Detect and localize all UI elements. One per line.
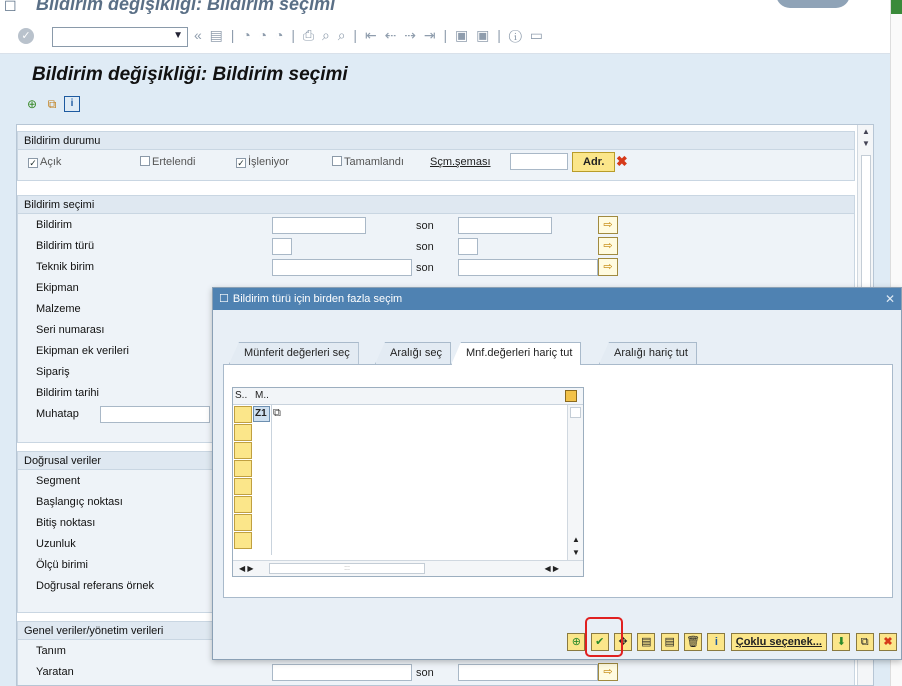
from-input[interactable]	[272, 259, 412, 276]
highlight-box	[585, 617, 623, 657]
page-title: Bildirim değişikliği: Bildirim seçimi	[32, 64, 348, 85]
field-row: Yaratan son ⇨	[18, 663, 854, 683]
tab-strip: Münferit değerleri seç Aralığı seç Mnf.d…	[229, 342, 889, 365]
values-table: S.. M.. Z1 ⧉ ▲ ▼ ◀ ▶ ::: ◀ ▶	[232, 387, 584, 577]
checkbox-ertelendi[interactable]: Ertelendi	[140, 156, 195, 168]
insert-line-icon[interactable]: ▤	[637, 633, 656, 651]
multiple-selection-button[interactable]: ⇨	[598, 663, 618, 681]
tab-panel: S.. M.. Z1 ⧉ ▲ ▼ ◀ ▶ ::: ◀ ▶	[223, 364, 893, 598]
upload-clipboard-icon[interactable]: ⧉	[855, 633, 874, 651]
scroll-up-icon[interactable]: ▲	[572, 535, 580, 544]
delete-icon[interactable]: ✖	[616, 153, 628, 170]
multiple-selection-button[interactable]: Çoklu seçenek...	[730, 633, 827, 651]
column-divider	[271, 405, 272, 555]
window-control-pill[interactable]	[776, 0, 850, 8]
from-input[interactable]	[272, 217, 366, 234]
scroll-left-icon[interactable]: ◀ ▶	[239, 564, 254, 573]
row-selector[interactable]	[234, 478, 252, 495]
window-title-bar: ☐ Bildirim değişikliği: Bildirim seçimi	[0, 0, 890, 20]
column-header-value[interactable]: M..	[255, 390, 269, 401]
app-title-bar: Bildirim değişikliği: Bildirim seçimi	[16, 60, 874, 92]
row-selector[interactable]	[234, 514, 252, 531]
command-field[interactable]: ▼	[52, 27, 188, 47]
field-row: Teknik birim son ⇨	[18, 258, 854, 278]
tab-ranges[interactable]: Aralığı seç	[375, 342, 451, 364]
execute-icon[interactable]: ⊕	[567, 633, 586, 651]
dialog-button-bar: ⊕ ✔ ✥ ▤ ▤ 🗑 i Çoklu seçenek... ⬇ ⧉ ✖	[213, 619, 901, 659]
cancel-icon[interactable]: ✖	[879, 633, 897, 651]
scheme-label: Sçm.şeması	[430, 156, 491, 168]
delete-all-icon[interactable]: 🗑	[684, 633, 703, 651]
close-icon[interactable]: ✕	[885, 288, 895, 310]
copy-icon[interactable]: ⧉	[273, 407, 281, 420]
scroll-right-icon[interactable]: ◀ ▶	[544, 564, 559, 573]
field-row: Bildirim son ⇨	[18, 216, 854, 236]
to-input[interactable]	[458, 217, 552, 234]
group-title: Bildirim durumu	[18, 132, 854, 150]
scroll-down-icon[interactable]: ▼	[572, 548, 580, 557]
group-title: Bildirim seçimi	[18, 196, 854, 214]
checkbox-acik[interactable]: ✓ Açık	[28, 156, 61, 168]
column-header-status[interactable]: S..	[235, 390, 247, 401]
table-settings-icon[interactable]	[565, 390, 577, 402]
row-selector[interactable]	[234, 406, 252, 423]
checkbox-isleniyor[interactable]: ✓ İşleniyor	[236, 156, 289, 168]
delete-line-icon[interactable]: ▤	[660, 633, 679, 651]
scroll-thumb[interactable]: :::	[269, 563, 425, 574]
to-input[interactable]	[458, 259, 598, 276]
scroll-up-icon[interactable]: ▲	[862, 127, 870, 136]
enter-icon[interactable]: ✓	[18, 28, 34, 44]
scroll-thumb[interactable]	[570, 407, 581, 418]
status-group: Bildirim durumu ✓ Açık Ertelendi ✓ İşleniy…	[17, 131, 855, 181]
row-selector[interactable]	[234, 496, 252, 513]
table-vertical-scrollbar[interactable]: ▲ ▼	[567, 405, 583, 561]
partner-input[interactable]	[100, 406, 210, 423]
dialog-title-bar: ☐ Bildirim türü için birden fazla seçim ✕	[213, 288, 901, 310]
from-input[interactable]	[272, 238, 292, 255]
multiple-selection-button[interactable]: ⇨	[598, 258, 618, 276]
from-input[interactable]	[272, 664, 412, 681]
application-toolbar: ⊕ ⧉ i	[16, 92, 874, 118]
table-header: S.. M..	[233, 388, 583, 405]
multiple-selection-button[interactable]: ⇨	[598, 237, 618, 255]
dialog-title: Bildirim türü için birden fazla seçim	[232, 293, 403, 305]
tab-exclude-ranges[interactable]: Aralığı hariç tut	[599, 342, 697, 364]
info-icon[interactable]: i	[64, 96, 80, 112]
import-icon[interactable]: ⬇	[832, 633, 851, 651]
chevron-down-icon[interactable]: ▼	[173, 30, 183, 41]
standard-toolbar: ✓ ▼ « ▤ | ◔ ◔ ◔ | ⎙ ⌕ ⌕ | ⇤ ⇠ ⇢ ⇥ | ▣ ▣ …	[0, 20, 890, 54]
status-row: ✓ Açık Ertelendi ✓ İşleniyor Tamamlandı Sç…	[18, 152, 854, 172]
tab-single-values[interactable]: Münferit değerleri seç	[229, 342, 359, 364]
multiple-selection-dialog: ☐ Bildirim türü için birden fazla seçim ✕…	[212, 287, 902, 660]
variant-icon[interactable]: ⧉	[44, 96, 60, 112]
info-icon[interactable]: i	[707, 633, 726, 651]
value-cell[interactable]: Z1	[253, 406, 270, 422]
row-selector[interactable]	[234, 424, 252, 441]
tab-exclude-single-values[interactable]: Mnf.değerleri hariç tut	[451, 342, 582, 365]
execute-icon[interactable]: ⊕	[24, 96, 40, 112]
row-selector[interactable]	[234, 460, 252, 477]
scheme-input[interactable]	[510, 153, 568, 170]
to-input[interactable]	[458, 238, 478, 255]
window-menu-icon[interactable]: ☐	[219, 293, 229, 305]
row-selector[interactable]	[234, 442, 252, 459]
checkbox-tamamlandi[interactable]: Tamamlandı	[332, 156, 404, 168]
multiple-selection-button[interactable]: ⇨	[598, 216, 618, 234]
adr-button[interactable]: Adr.	[572, 152, 616, 172]
window-menu-icon[interactable]: ☐	[4, 0, 17, 15]
to-input[interactable]	[458, 664, 598, 681]
field-row: Bildirim türü son ⇨	[18, 237, 854, 257]
window-title: Bildirim değişikliği: Bildirim seçimi	[36, 0, 336, 14]
row-selector[interactable]	[234, 532, 252, 549]
table-horizontal-scrollbar[interactable]: ◀ ▶ ::: ◀ ▶	[233, 560, 583, 576]
toolbar-icons[interactable]: « ▤ | ◔ ◔ ◔ | ⎙ ⌕ ⌕ | ⇤ ⇠ ⇢ ⇥ | ▣ ▣ | ⓘ …	[194, 27, 545, 44]
scroll-down-icon[interactable]: ▼	[862, 139, 870, 148]
